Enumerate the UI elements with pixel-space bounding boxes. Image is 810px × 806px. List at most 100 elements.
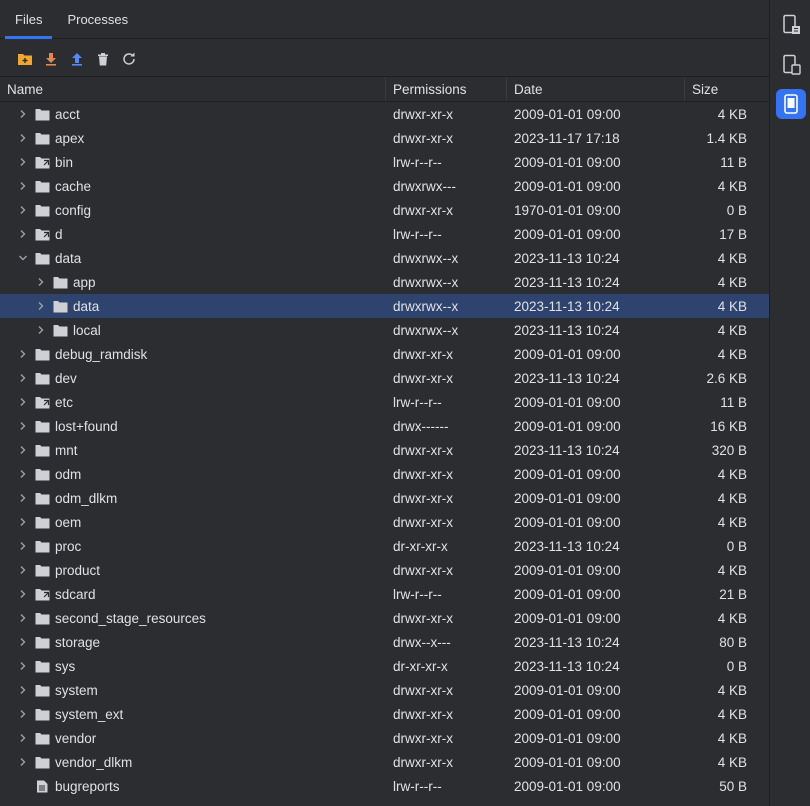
chevron-right-icon[interactable] [16,491,30,505]
table-row[interactable]: cache drwxrwx--- 2009-01-01 09:00 4 KB [0,174,769,198]
size-cell: 4 KB [717,466,747,482]
size-cell: 4 KB [717,682,747,698]
column-header-date[interactable]: Date [507,77,685,101]
name-cell: d [0,227,386,242]
device-file-explorer: Files Processes Name Permissions Date Si… [0,0,769,806]
folder-icon [34,563,50,577]
table-row[interactable]: vendor drwxr-xr-x 2009-01-01 09:00 4 KB [0,726,769,750]
chevron-down-icon[interactable] [16,251,30,265]
chevron-right-icon[interactable] [34,299,48,313]
table-row[interactable]: system_ext drwxr-xr-x 2009-01-01 09:00 4 KB [0,702,769,726]
chevron-right-icon[interactable] [16,635,30,649]
table-row[interactable]: odm drwxr-xr-x 2009-01-01 09:00 4 KB [0,462,769,486]
chevron-right-icon[interactable] [16,203,30,217]
table-row[interactable]: app drwxrwx--x 2023-11-13 10:24 4 KB [0,270,769,294]
chevron-right-icon[interactable] [16,419,30,433]
chevron-right-icon[interactable] [34,323,48,337]
table-row[interactable]: storage drwx--x--- 2023-11-13 10:24 80 B [0,630,769,654]
table-row[interactable]: vendor_dlkm drwxr-xr-x 2009-01-01 09:00 4 K… [0,750,769,774]
chevron-right-icon[interactable] [16,539,30,553]
chevron-right-icon[interactable] [16,755,30,769]
chevron-right-icon[interactable] [16,179,30,193]
chevron-right-icon[interactable] [16,515,30,529]
folder-link-icon [34,395,50,409]
table-row[interactable]: sdcard lrw-r--r-- 2009-01-01 09:00 21 B [0,582,769,606]
date-cell: 2023-11-13 10:24 [514,538,620,554]
table-row[interactable]: dev drwxr-xr-x 2023-11-13 10:24 2.6 KB [0,366,769,390]
permissions-cell: drwxr-xr-x [393,730,453,746]
tab-files[interactable]: Files [5,0,53,39]
running-devices-button[interactable] [776,89,806,119]
tab-processes[interactable]: Processes [57,0,138,38]
file-name: bugreports [55,778,120,794]
chevron-right-icon[interactable] [16,611,30,625]
table-row[interactable]: system drwxr-xr-x 2009-01-01 09:00 4 KB [0,678,769,702]
device-manager-button[interactable] [776,50,806,80]
refresh-button[interactable] [118,48,140,70]
table-row[interactable]: config drwxr-xr-x 1970-01-01 09:00 0 B [0,198,769,222]
date-cell: 2009-01-01 09:00 [514,490,621,506]
table-row[interactable]: debug_ramdisk drwxr-xr-x 2009-01-01 09:00 4… [0,342,769,366]
size-cell: 4 KB [717,706,747,722]
name-cell: etc [0,395,386,410]
name-cell: product [0,563,386,578]
name-cell: system [0,683,386,698]
name-cell: bugreports [0,779,386,794]
chevron-right-icon[interactable] [16,731,30,745]
chevron-right-icon[interactable] [16,155,30,169]
permissions-cell: drwx--x--- [393,634,451,650]
date-cell: 2009-01-01 09:00 [514,682,621,698]
table-row[interactable]: mnt drwxr-xr-x 2023-11-13 10:24 320 B [0,438,769,462]
table-row[interactable]: etc lrw-r--r-- 2009-01-01 09:00 11 B [0,390,769,414]
name-cell: odm_dlkm [0,491,386,506]
column-header-permissions[interactable]: Permissions [386,77,507,101]
table-row[interactable]: proc dr-xr-xr-x 2023-11-13 10:24 0 B [0,534,769,558]
size-cell: 4 KB [717,754,747,770]
table-row[interactable]: bin lrw-r--r-- 2009-01-01 09:00 11 B [0,150,769,174]
table-row[interactable]: apex drwxr-xr-x 2023-11-17 17:18 1.4 KB [0,126,769,150]
table-row[interactable]: oem drwxr-xr-x 2009-01-01 09:00 4 KB [0,510,769,534]
column-header-name[interactable]: Name [0,77,386,101]
size-cell: 4 KB [717,490,747,506]
chevron-right-icon[interactable] [16,131,30,145]
folder-icon [34,371,50,385]
table-row[interactable]: lost+found drwx------ 2009-01-01 09:00 16 K… [0,414,769,438]
table-row[interactable]: odm_dlkm drwxr-xr-x 2009-01-01 09:00 4 KB [0,486,769,510]
table-row[interactable]: acct drwxr-xr-x 2009-01-01 09:00 4 KB [0,102,769,126]
chevron-right-icon[interactable] [16,683,30,697]
download-button[interactable] [40,48,62,70]
chevron-right-icon[interactable] [16,227,30,241]
chevron-right-icon[interactable] [16,467,30,481]
table-row[interactable]: data drwxrwx--x 2023-11-13 10:24 4 KB [0,246,769,270]
permissions-cell: drwxr-xr-x [393,562,453,578]
table-row[interactable]: second_stage_resources drwxr-xr-x 2009-01-… [0,606,769,630]
table-row[interactable]: bugreports lrw-r--r-- 2009-01-01 09:00 50 B [0,774,769,798]
folder-icon [34,251,50,265]
folder-link-icon [34,227,50,241]
chevron-right-icon[interactable] [16,707,30,721]
chevron-right-icon[interactable] [16,395,30,409]
chevron-right-icon[interactable] [16,347,30,361]
table-row[interactable]: product drwxr-xr-x 2009-01-01 09:00 4 KB [0,558,769,582]
table-row[interactable]: sys dr-xr-xr-x 2023-11-13 10:24 0 B [0,654,769,678]
chevron-right-icon[interactable] [16,659,30,673]
permissions-cell: dr-xr-xr-x [393,658,448,674]
chevron-right-icon[interactable] [16,779,30,793]
new-folder-button[interactable] [14,48,36,70]
name-cell: storage [0,635,386,650]
table-row[interactable]: d lrw-r--r-- 2009-01-01 09:00 17 B [0,222,769,246]
table-row[interactable]: local drwxrwx--x 2023-11-13 10:24 4 KB [0,318,769,342]
chevron-right-icon[interactable] [16,443,30,457]
chevron-right-icon[interactable] [34,275,48,289]
table-row[interactable]: data drwxrwx--x 2023-11-13 10:24 4 KB [0,294,769,318]
device-explorer-button[interactable] [776,10,806,40]
download-icon [46,53,56,66]
size-cell: 80 B [719,634,747,650]
upload-button[interactable] [66,48,88,70]
column-header-size[interactable]: Size [685,77,769,101]
chevron-right-icon[interactable] [16,587,30,601]
chevron-right-icon[interactable] [16,563,30,577]
chevron-right-icon[interactable] [16,107,30,121]
delete-button[interactable] [92,48,114,70]
chevron-right-icon[interactable] [16,371,30,385]
